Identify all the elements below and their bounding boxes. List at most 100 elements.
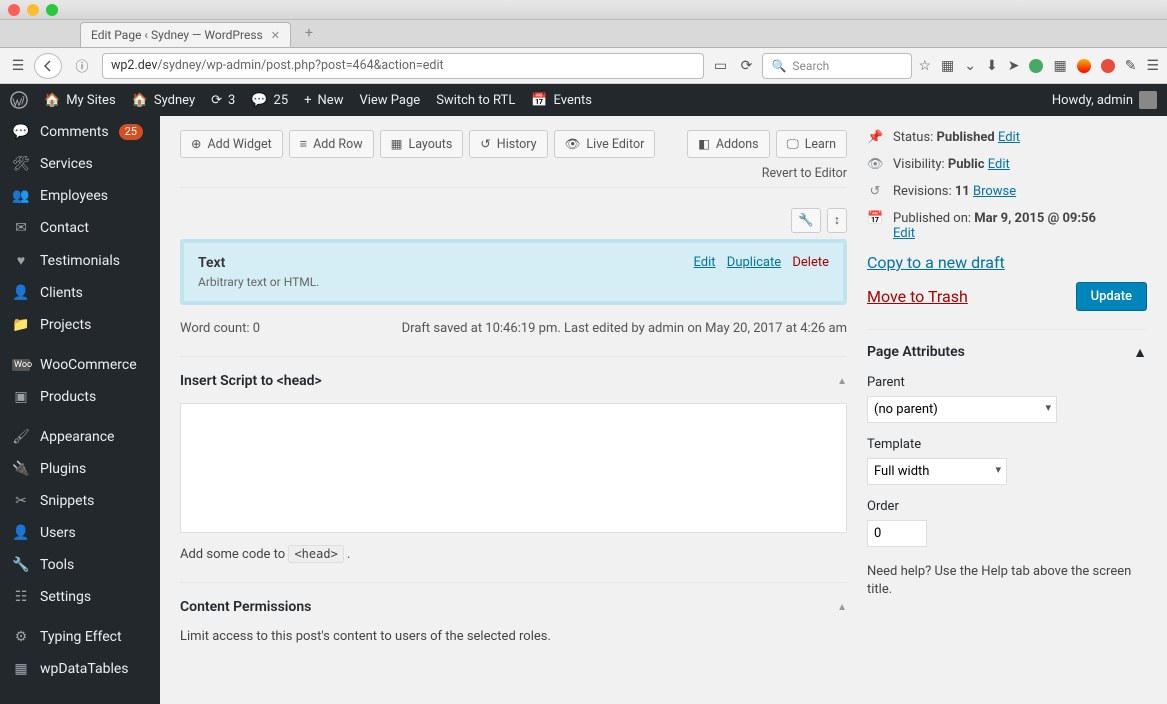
text-widget[interactable]: Edit Duplicate Delete Text Arbitrary tex…	[180, 239, 847, 305]
pocket-icon[interactable]: ⌄	[964, 58, 976, 74]
mysites-link[interactable]: 🏠 My Sites	[44, 93, 116, 108]
ext1-icon[interactable]	[1029, 59, 1043, 73]
head-script-textarea[interactable]	[180, 403, 847, 533]
revisions-row: ↺ Revisions: 11 Browse	[867, 184, 1147, 199]
widget-duplicate-link[interactable]: Duplicate	[727, 255, 781, 270]
layout-icon: ▦	[391, 136, 403, 152]
menu-icon[interactable]: ☰	[1146, 58, 1159, 74]
sidebar-item-tools[interactable]: 🔧Tools	[0, 549, 160, 581]
new-tab-button[interactable]: +	[297, 25, 321, 47]
url-host: wp2.dev	[111, 58, 157, 73]
plug-icon: 🔌	[12, 461, 30, 477]
content-permissions-panel[interactable]: Content Permissions ▲	[180, 582, 847, 615]
window-close-button[interactable]	[8, 4, 20, 16]
row-settings-button[interactable]: 🔧	[791, 208, 821, 233]
layouts-button[interactable]: ▦Layouts	[380, 130, 464, 158]
howdy-link[interactable]: Howdy, admin	[1052, 91, 1157, 109]
info-icon[interactable]: ⓘ	[68, 53, 96, 79]
panel-label: Insert Script to <head>	[180, 373, 322, 389]
widget-edit-link[interactable]: Edit	[694, 255, 716, 270]
template-select[interactable]: Full width	[867, 458, 1007, 485]
addons-button[interactable]: ◧Addons	[687, 130, 770, 158]
ext5-icon[interactable]: ✎	[1125, 58, 1137, 74]
admin-sidebar: 💬Comments25 🛠Services 👥Employees ✉Contac…	[0, 116, 160, 704]
sidebar-item-products[interactable]: ▣Products	[0, 381, 160, 413]
back-button[interactable]	[34, 53, 62, 79]
user-icon: 👤	[12, 285, 30, 301]
add-row-button[interactable]: ≡Add Row	[289, 130, 374, 158]
copy-draft-link[interactable]: Copy to a new draft	[867, 253, 1005, 272]
updates-link[interactable]: ⟳ 3	[211, 93, 235, 108]
ext2-icon[interactable]: ▦	[1053, 58, 1066, 74]
history-icon: ↺	[480, 136, 490, 152]
sidebar-item-typing-effect[interactable]: ⚙Typing Effect	[0, 621, 160, 653]
viewpage-link[interactable]: View Page	[359, 93, 420, 108]
sidebar-toggle-icon[interactable]: ☰	[8, 58, 28, 74]
sidebar-item-clients[interactable]: 👤Clients	[0, 277, 160, 309]
users-icon: 👥	[12, 188, 30, 204]
new-link[interactable]: + New	[304, 93, 343, 108]
sidebar-item-projects[interactable]: 📁Projects	[0, 309, 160, 341]
sidebar-item-services[interactable]: 🛠Services	[0, 148, 160, 180]
main-column: ⊕Add Widget ≡Add Row ▦Layouts ↺History 👁…	[180, 116, 847, 684]
ext3-icon[interactable]	[1077, 59, 1091, 73]
add-widget-button[interactable]: ⊕Add Widget	[180, 130, 283, 158]
badge: 25	[119, 124, 143, 140]
editor-status: Word count: 0 Draft saved at 10:46:19 pm…	[180, 321, 847, 336]
sidebar-item-employees[interactable]: 👥Employees	[0, 180, 160, 212]
rtl-link[interactable]: Switch to RTL	[436, 93, 515, 108]
sidebar-item-contact[interactable]: ✉Contact	[0, 212, 160, 244]
visibility-row: 👁 Visibility: Public Edit	[867, 157, 1147, 172]
sidebar-item-comments[interactable]: 💬Comments25	[0, 116, 160, 148]
panel-title[interactable]: Page Attributes▲	[867, 344, 1147, 361]
status-edit-link[interactable]: Edit	[998, 130, 1020, 145]
grid-icon[interactable]: ▦	[941, 58, 954, 74]
sidebar-item-wpdatatables[interactable]: ▦wpDataTables	[0, 653, 160, 685]
content-permissions-desc: Limit access to this post's content to u…	[180, 629, 847, 644]
learn-button[interactable]: 🖵Learn	[776, 130, 847, 158]
toolbar-icons: ☆ ▦ ⌄ ⬇ ➤ ▦ ✎ ☰	[918, 58, 1159, 74]
url-bar[interactable]: wp2.dev/sydney/wp-admin/post.php?post=46…	[102, 53, 704, 79]
close-tab-icon[interactable]: ✕	[271, 29, 280, 42]
row-move-button[interactable]: ↕	[827, 208, 847, 233]
site-link[interactable]: 🏠 Sydney	[132, 93, 195, 108]
window-minimize-button[interactable]	[27, 4, 39, 16]
reload-icon[interactable]: ⟳	[736, 58, 756, 74]
live-editor-button[interactable]: 👁Live Editor	[554, 130, 656, 158]
sidebar-item-plugins[interactable]: 🔌Plugins	[0, 453, 160, 485]
star-icon[interactable]: ☆	[918, 58, 931, 74]
move-to-trash-link[interactable]: Move to Trash	[867, 287, 968, 306]
visibility-edit-link[interactable]: Edit	[988, 157, 1010, 172]
widget-delete-link[interactable]: Delete	[792, 255, 829, 270]
browser-tab[interactable]: Edit Page ‹ Sydney — WordPress ✕	[80, 22, 291, 47]
parent-select[interactable]: (no parent)	[867, 396, 1057, 423]
browser-search[interactable]: 🔍 Search	[762, 53, 912, 79]
window-zoom-button[interactable]	[46, 4, 58, 16]
update-button[interactable]: Update	[1076, 282, 1147, 311]
sidebar-item-settings[interactable]: ☷Settings	[0, 581, 160, 613]
revert-editor-link[interactable]: Revert to Editor	[180, 166, 847, 181]
date-edit-link[interactable]: Edit	[893, 226, 915, 241]
caret-icon: ▲	[1133, 344, 1147, 361]
order-input[interactable]	[867, 520, 927, 547]
comments-link[interactable]: 💬 25	[251, 93, 288, 108]
history-button[interactable]: ↺History	[469, 130, 547, 158]
sidebar-item-woocommerce[interactable]: WooWooCommerce	[0, 349, 160, 381]
avatar	[1139, 91, 1157, 109]
events-link[interactable]: 📅 Events	[531, 93, 592, 108]
insert-head-panel[interactable]: Insert Script to <head> ▲	[180, 356, 847, 389]
brush-icon: 🖌	[12, 429, 30, 445]
wp-logo[interactable]	[10, 91, 28, 109]
revisions-icon: ↺	[867, 184, 883, 199]
reader-icon[interactable]: ▭	[710, 58, 730, 74]
sidebar-item-testimonials[interactable]: ♥Testimonials	[0, 244, 160, 277]
cube-icon: ◧	[698, 136, 710, 152]
send-icon[interactable]: ➤	[1008, 58, 1020, 74]
ext4-icon[interactable]	[1101, 59, 1115, 73]
sidebar-item-appearance[interactable]: 🖌Appearance	[0, 421, 160, 453]
sidebar-item-snippets[interactable]: ✂Snippets	[0, 485, 160, 517]
download-icon[interactable]: ⬇	[986, 58, 998, 74]
package-icon: ▣	[12, 389, 30, 405]
revisions-browse-link[interactable]: Browse	[973, 184, 1016, 199]
sidebar-item-users[interactable]: 👤Users	[0, 517, 160, 549]
